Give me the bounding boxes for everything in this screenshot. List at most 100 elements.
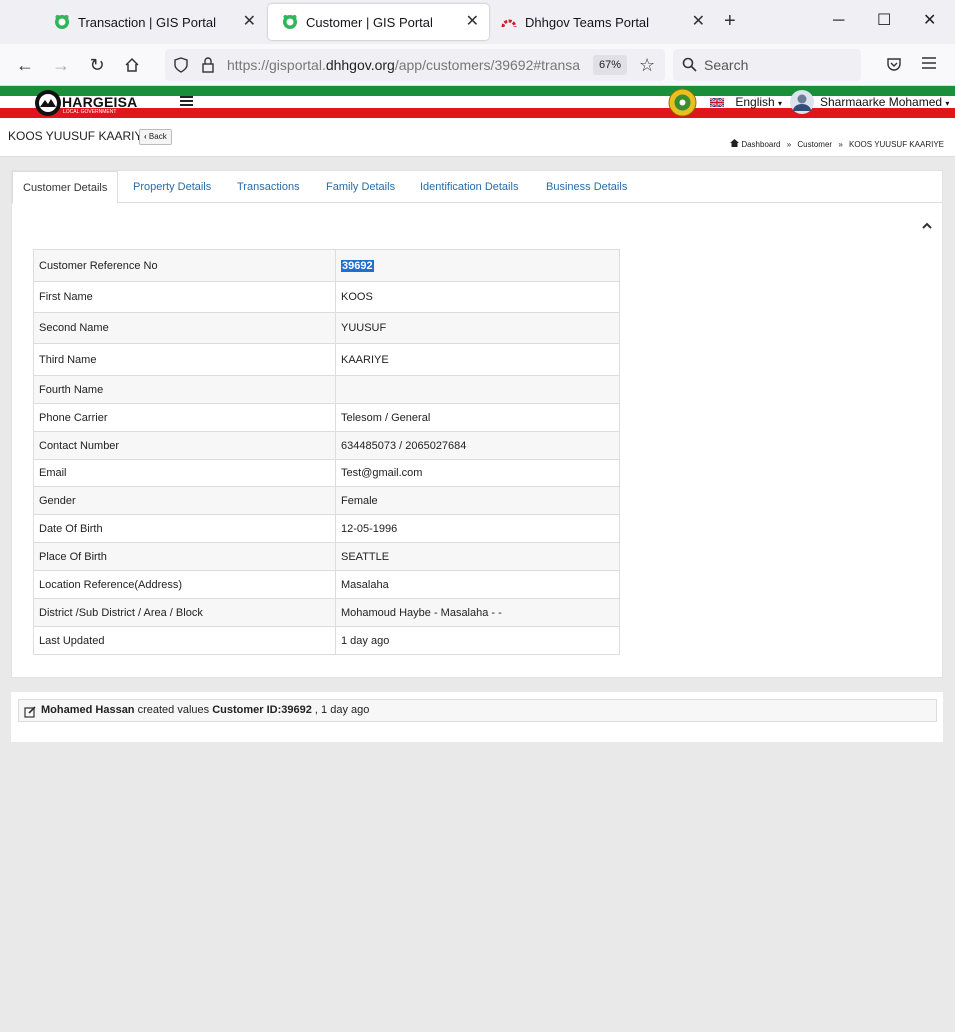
- table-row: Last Updated 1 day ago: [33, 626, 620, 655]
- breadcrumb: Dashboard » Customer » KOOS YUUSUF KAARI…: [730, 139, 944, 149]
- tab-transactions[interactable]: Transactions: [237, 171, 300, 203]
- gis-favicon-icon: [282, 14, 298, 30]
- activity-target: Customer ID:39692: [212, 704, 312, 716]
- search-icon: [682, 57, 697, 75]
- field-label: Second Name: [33, 312, 336, 344]
- tab-customer-details[interactable]: Customer Details: [12, 171, 119, 204]
- table-row: Phone Carrier Telesom / General: [33, 403, 620, 432]
- back-button-label: Back: [148, 132, 167, 141]
- teams-favicon-icon: [501, 14, 517, 30]
- uk-flag-icon: [709, 96, 725, 110]
- gis-favicon-icon: [54, 14, 70, 30]
- field-value: 39692: [335, 249, 620, 282]
- tab-title: Transaction | GIS Portal: [78, 14, 217, 30]
- tab-title: Customer | GIS Portal: [306, 14, 433, 30]
- hargeisa-logo-icon[interactable]: [34, 89, 62, 119]
- url-bar[interactable]: https://gisportal.dhhgov.org/app/custome…: [165, 49, 665, 81]
- url-text[interactable]: https://gisportal.dhhgov.org/app/custome…: [227, 57, 583, 73]
- field-label: Date Of Birth: [33, 514, 336, 543]
- forward-arrow-icon[interactable]: →: [49, 53, 73, 77]
- chevron-left-icon: ‹: [144, 132, 147, 141]
- field-value: 12-05-1996: [335, 514, 620, 543]
- field-value: SEATTLE: [335, 542, 620, 571]
- activity-user: Mohamed Hassan: [41, 704, 135, 716]
- table-row: First Name KOOS: [33, 281, 620, 313]
- field-value: 1 day ago: [335, 626, 620, 655]
- activity-panel: Mohamed Hassan created values Customer I…: [11, 692, 943, 742]
- search-input[interactable]: Search: [673, 49, 861, 81]
- close-tab-icon[interactable]: ✕: [692, 13, 705, 31]
- browser-tab-teams[interactable]: Dhhgov Teams Portal ✕: [487, 4, 715, 40]
- table-row: Second Name YUUSUF: [33, 312, 620, 344]
- field-value: Telesom / General: [335, 403, 620, 432]
- zoom-level[interactable]: 67%: [593, 55, 628, 75]
- activity-action: created values: [137, 704, 210, 716]
- field-label: Place Of Birth: [33, 542, 336, 571]
- home-icon[interactable]: [120, 53, 144, 77]
- field-value: KOOS: [335, 281, 620, 313]
- breadcrumb-separator: »: [786, 140, 792, 149]
- menu-icon[interactable]: [922, 57, 936, 72]
- table-row: Fourth Name: [33, 375, 620, 404]
- user-menu[interactable]: Sharmaarke Mohamed ▾: [820, 95, 949, 109]
- breadcrumb-dashboard[interactable]: Dashboard: [741, 140, 780, 149]
- close-tab-icon[interactable]: ✕: [466, 13, 479, 31]
- browser-tab-bar: Transaction | GIS Portal ✕ Customer | GI…: [0, 0, 955, 44]
- field-label: Phone Carrier: [33, 403, 336, 432]
- table-row: Gender Female: [33, 486, 620, 515]
- table-row: Date Of Birth 12-05-1996: [33, 514, 620, 543]
- breadcrumb-customer[interactable]: Customer: [797, 140, 832, 149]
- bookmark-star-icon[interactable]: ☆: [639, 55, 655, 76]
- minimize-icon[interactable]: ─: [833, 10, 844, 32]
- caret-down-icon: ▾: [778, 99, 783, 108]
- field-label: Last Updated: [33, 626, 336, 655]
- page-title-bar: KOOS YUUSUF KAARIYE ‹ Back Dashboard » C…: [0, 119, 955, 157]
- window-close-icon[interactable]: ✕: [923, 10, 936, 32]
- customer-reference-value[interactable]: 39692: [341, 259, 374, 272]
- new-tab-icon[interactable]: +: [724, 10, 736, 32]
- sidebar-toggle-icon[interactable]: [180, 96, 193, 108]
- table-row: Customer Reference No 39692: [33, 249, 620, 282]
- browser-tab-customer[interactable]: Customer | GIS Portal ✕: [268, 4, 489, 40]
- customer-panel: Customer Details Property Details Transa…: [11, 170, 943, 678]
- table-row: Contact Number 634485073 / 2065027684: [33, 431, 620, 460]
- field-value: Masalaha: [335, 570, 620, 599]
- field-value: 634485073 / 2065027684: [335, 431, 620, 460]
- field-value: KAARIYE: [335, 343, 620, 376]
- back-button[interactable]: ‹ Back: [139, 129, 172, 145]
- government-seal-icon: [668, 88, 697, 119]
- table-row: Third Name KAARIYE: [33, 343, 620, 376]
- tab-family-details[interactable]: Family Details: [326, 171, 395, 203]
- maximize-icon[interactable]: ☐: [877, 10, 891, 32]
- field-label: Contact Number: [33, 431, 336, 460]
- logo-text: HARGEISA: [62, 94, 138, 110]
- field-label: Third Name: [33, 343, 336, 376]
- table-row: Location Reference(Address) Masalaha: [33, 570, 620, 599]
- logo-subtitle: LOCAL GOVERNMENT: [63, 109, 117, 115]
- browser-tab-transaction[interactable]: Transaction | GIS Portal ✕: [40, 4, 266, 40]
- breadcrumb-current: KOOS YUUSUF KAARIYE: [849, 140, 944, 149]
- tab-identification-details[interactable]: Identification Details: [420, 171, 518, 203]
- tab-business-details[interactable]: Business Details: [546, 171, 627, 203]
- breadcrumb-separator: »: [838, 140, 843, 149]
- home-icon: [730, 139, 741, 149]
- tab-title: Dhhgov Teams Portal: [525, 14, 650, 30]
- shield-icon[interactable]: [173, 57, 189, 76]
- user-name: Sharmaarke Mohamed: [820, 95, 943, 109]
- language-label: English: [735, 95, 775, 109]
- reload-icon[interactable]: ↻: [85, 53, 109, 77]
- chevron-up-icon[interactable]: [922, 219, 932, 229]
- activity-time: , 1 day ago: [314, 704, 370, 716]
- pocket-icon[interactable]: [886, 56, 902, 75]
- lock-icon[interactable]: [201, 57, 215, 76]
- tab-property-details[interactable]: Property Details: [133, 171, 211, 203]
- avatar[interactable]: [790, 90, 814, 117]
- table-row: Place Of Birth SEATTLE: [33, 542, 620, 571]
- edit-icon: [24, 705, 36, 718]
- field-label: Fourth Name: [33, 375, 336, 404]
- language-selector[interactable]: English ▾: [709, 95, 783, 110]
- activity-entry: Mohamed Hassan created values Customer I…: [18, 699, 937, 722]
- field-label: Location Reference(Address): [33, 570, 336, 599]
- back-arrow-icon[interactable]: ←: [13, 53, 37, 77]
- close-tab-icon[interactable]: ✕: [243, 13, 256, 31]
